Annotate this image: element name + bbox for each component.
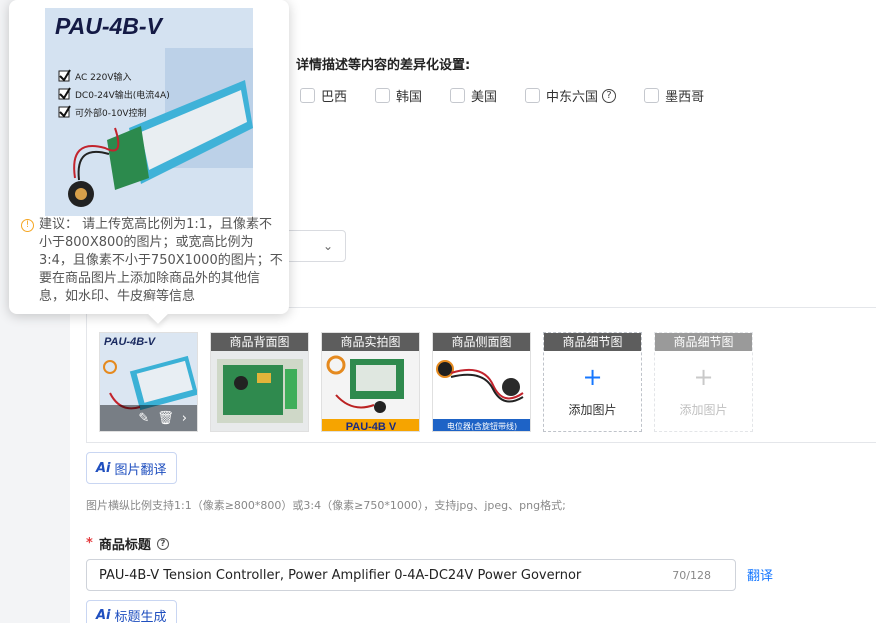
image-slot-side[interactable]: 电位器(含旋钮带线) 商品侧面图 xyxy=(432,332,531,432)
slot-caption: 商品侧面图 xyxy=(433,333,530,351)
plus-icon: + xyxy=(582,363,603,391)
help-icon[interactable]: ? xyxy=(156,537,169,550)
image-model-text: PAU-4B-V xyxy=(104,336,157,348)
checkbox[interactable] xyxy=(525,88,541,103)
country-option-brazil[interactable]: 巴西 xyxy=(300,86,347,105)
country-label: 巴西 xyxy=(321,90,348,105)
slot-caption: 商品细节图 xyxy=(544,333,641,351)
slot-caption: 商品背面图 xyxy=(211,333,308,351)
country-option-usa[interactable]: 美国 xyxy=(450,86,497,105)
edit-icon[interactable]: ✎ xyxy=(138,411,149,426)
image-slot-back[interactable]: 商品背面图 xyxy=(210,332,309,432)
country-checkbox-row: 巴西 韩国 美国 中东六国? 墨西哥 xyxy=(300,86,732,105)
image-upload-panel: PAU-4B-V ✎ 🗑 › 商品背面图 PAU-4B V 商品实拍图 电位器(… xyxy=(86,307,876,443)
chevron-right-icon[interactable]: › xyxy=(182,411,187,426)
feature-text: AC 220V输入 xyxy=(75,71,131,83)
image-translate-button[interactable]: Ai 图片翻译 xyxy=(86,452,177,484)
char-count: 70/128 xyxy=(672,568,711,582)
preview-model-text: PAU-4B-V xyxy=(55,13,164,39)
feature-text: DC0-24V输出(电流4A) xyxy=(75,89,170,101)
checkbox[interactable] xyxy=(450,88,466,103)
label-text: 商品标题 xyxy=(98,538,151,553)
slot-caption: 商品实拍图 xyxy=(322,333,419,351)
image-footer-text: 电位器(含旋钮带线) xyxy=(447,421,517,431)
country-label: 美国 xyxy=(471,90,498,105)
ai-icon: Ai xyxy=(96,460,111,476)
slot-caption: 商品细节图 xyxy=(655,333,752,351)
chevron-down-icon: ⌄ xyxy=(322,239,333,253)
image-slot-main[interactable]: PAU-4B-V ✎ 🗑 › xyxy=(99,332,198,432)
region-settings-title: 详情描述等内容的差异化设置: xyxy=(296,58,471,73)
image-slot-real[interactable]: PAU-4B V 商品实拍图 xyxy=(321,332,420,432)
country-label: 墨西哥 xyxy=(665,90,705,105)
image-slot-detail-disabled: 商品细节图 + 添加图片 xyxy=(654,332,753,432)
country-option-mexico[interactable]: 墨西哥 xyxy=(644,86,704,105)
title-generate-button[interactable]: Ai 标题生成 xyxy=(86,600,177,623)
checkbox[interactable] xyxy=(375,88,391,103)
image-toolbar: ✎ 🗑 › xyxy=(100,405,197,431)
image-format-hint: 图片横纵比例支持1:1（像素≥800*800）或3:4（像素≥750*1000）… xyxy=(86,499,566,512)
image-model-text: PAU-4B V xyxy=(346,421,397,432)
image-preview-popover: PAU-4B-V AC 220V输入 DC0-24V输出(电流4A) 可外部0-… xyxy=(9,0,289,324)
preview-image: PAU-4B-V AC 220V输入 DC0-24V输出(电流4A) 可外部0-… xyxy=(45,8,253,216)
country-option-korea[interactable]: 韩国 xyxy=(375,86,422,105)
ai-icon: Ai xyxy=(96,607,111,623)
button-label: 图片翻译 xyxy=(114,462,167,478)
country-option-middle-east[interactable]: 中东六国? xyxy=(525,86,617,105)
plus-icon: + xyxy=(693,363,714,391)
product-title-input[interactable]: PAU-4B-V Tension Controller, Power Ampli… xyxy=(86,559,736,591)
country-label: 中东六国 xyxy=(546,90,599,105)
checkbox[interactable] xyxy=(300,88,315,103)
add-image-label: 添加图片 xyxy=(568,403,617,417)
feature-text: 可外部0-10V控制 xyxy=(75,107,147,119)
input-value: PAU-4B-V Tension Controller, Power Ampli… xyxy=(99,567,582,583)
button-label: 标题生成 xyxy=(114,609,167,623)
product-title-label: * 商品标题 ? xyxy=(86,534,169,553)
required-mark: * xyxy=(86,536,93,551)
translate-link[interactable]: 翻译 xyxy=(747,565,773,584)
delete-icon[interactable]: 🗑 xyxy=(157,411,174,426)
tip-text: 建议： 请上传宽高比例为1:1，且像素不小于800X800的图片；或宽高比例为3… xyxy=(39,217,283,304)
checkbox[interactable] xyxy=(644,88,660,103)
warning-icon: ! xyxy=(21,219,34,232)
add-image-label: 添加图片 xyxy=(679,403,728,417)
country-label: 韩国 xyxy=(396,90,423,105)
image-slot-detail-add[interactable]: 商品细节图 + 添加图片 xyxy=(543,332,642,432)
upload-tip: ! 建议： 请上传宽高比例为1:1，且像素不小于800X800的图片；或宽高比例… xyxy=(21,216,283,306)
help-icon[interactable]: ? xyxy=(602,88,617,103)
